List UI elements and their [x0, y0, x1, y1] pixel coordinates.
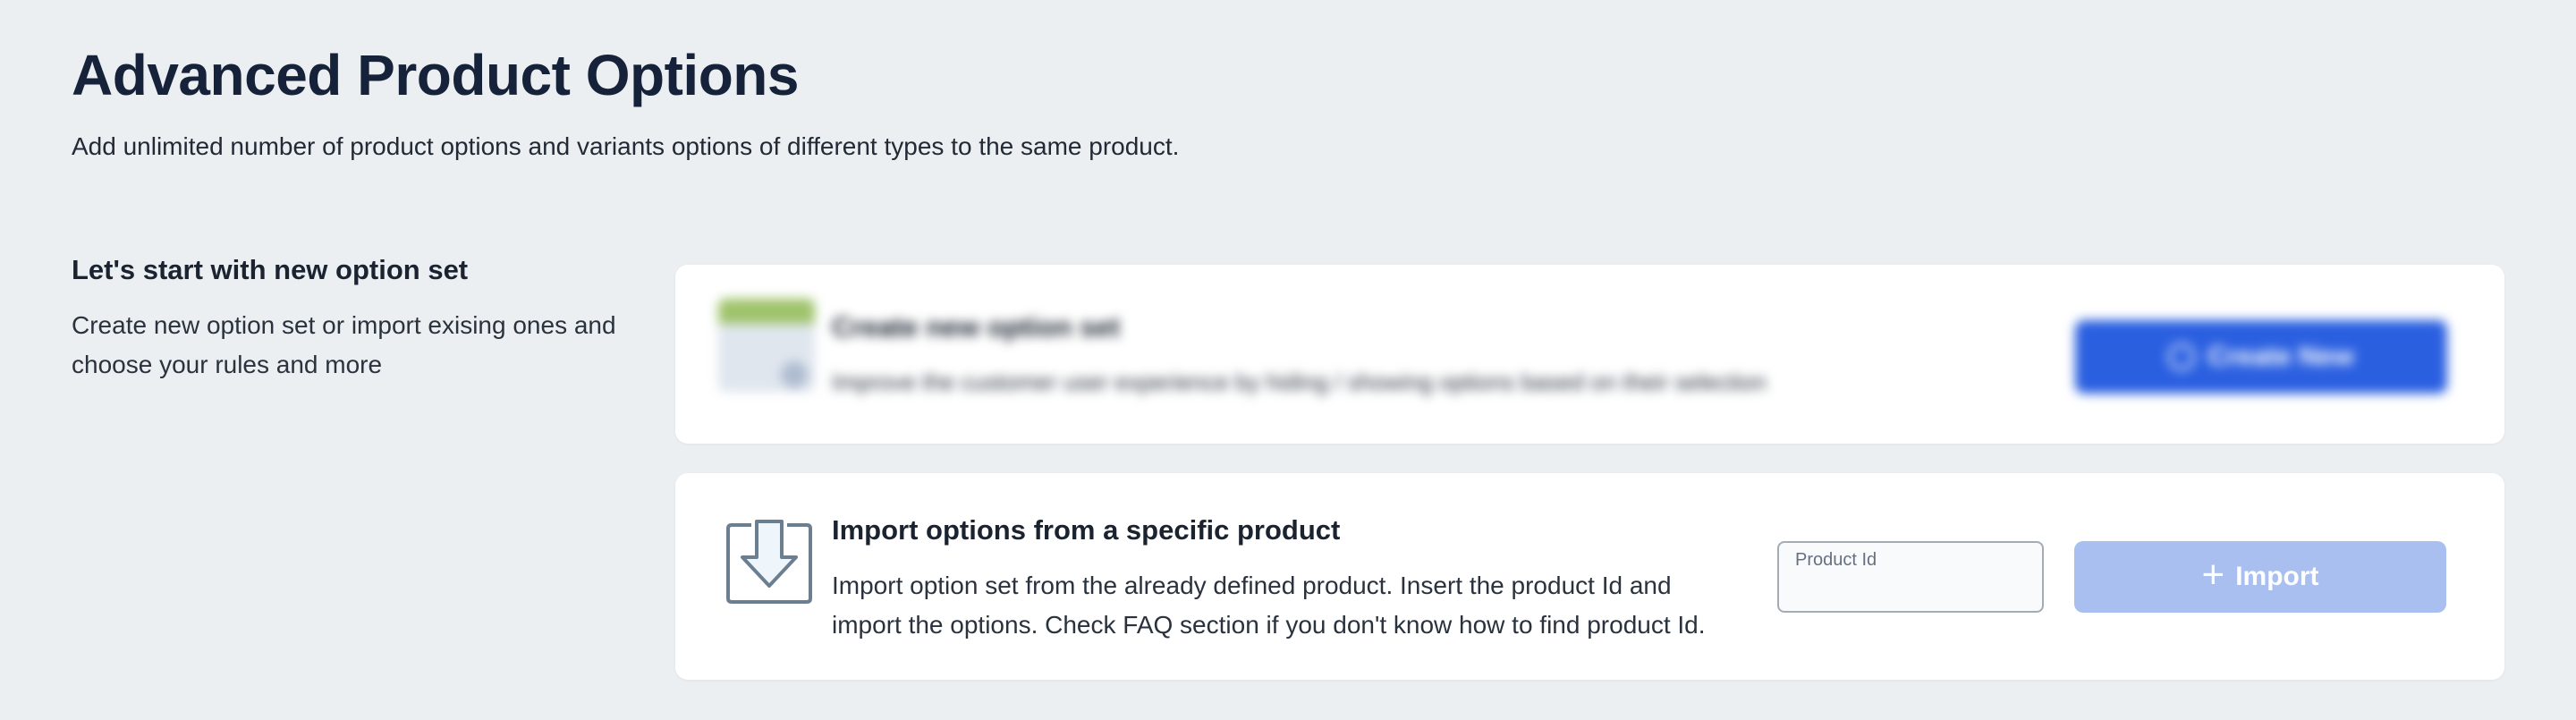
- import-card-title: Import options from a specific product: [832, 514, 1341, 546]
- product-id-input[interactable]: [1793, 573, 2031, 607]
- create-option-set-card: Create new option set Improve the custom…: [675, 265, 2504, 444]
- product-id-label: Product Id: [1795, 550, 1877, 570]
- import-button[interactable]: + Import: [2074, 541, 2446, 613]
- import-card-description: Import option set from the already defin…: [832, 572, 1706, 639]
- page-header: Advanced Product Options Add unlimited n…: [72, 39, 2487, 163]
- plus-circle-icon: [2168, 343, 2196, 370]
- intro-title: Let's start with new option set: [72, 254, 469, 285]
- create-card-title: Create new option set: [832, 311, 1121, 343]
- product-id-field[interactable]: Product Id: [1777, 541, 2044, 613]
- create-new-button-label: Create New: [2207, 342, 2354, 371]
- create-card-description: Improve the customer user experience by …: [832, 368, 1767, 395]
- intro-section: Let's start with new option set Create n…: [72, 252, 644, 385]
- page-title: Advanced Product Options: [72, 43, 799, 107]
- intro-description: Create new option set or import exising …: [72, 311, 616, 378]
- import-options-card: Import options from a specific product I…: [675, 473, 2504, 680]
- blurred-content: Create new option set Improve the custom…: [675, 265, 2504, 444]
- import-button-label: Import: [2235, 562, 2319, 591]
- option-set-icon: [718, 299, 815, 397]
- create-new-button[interactable]: Create New: [2075, 320, 2447, 394]
- plus-icon: +: [2201, 553, 2225, 597]
- download-icon: [726, 520, 812, 604]
- page-subtitle: Add unlimited number of product options …: [72, 132, 1180, 160]
